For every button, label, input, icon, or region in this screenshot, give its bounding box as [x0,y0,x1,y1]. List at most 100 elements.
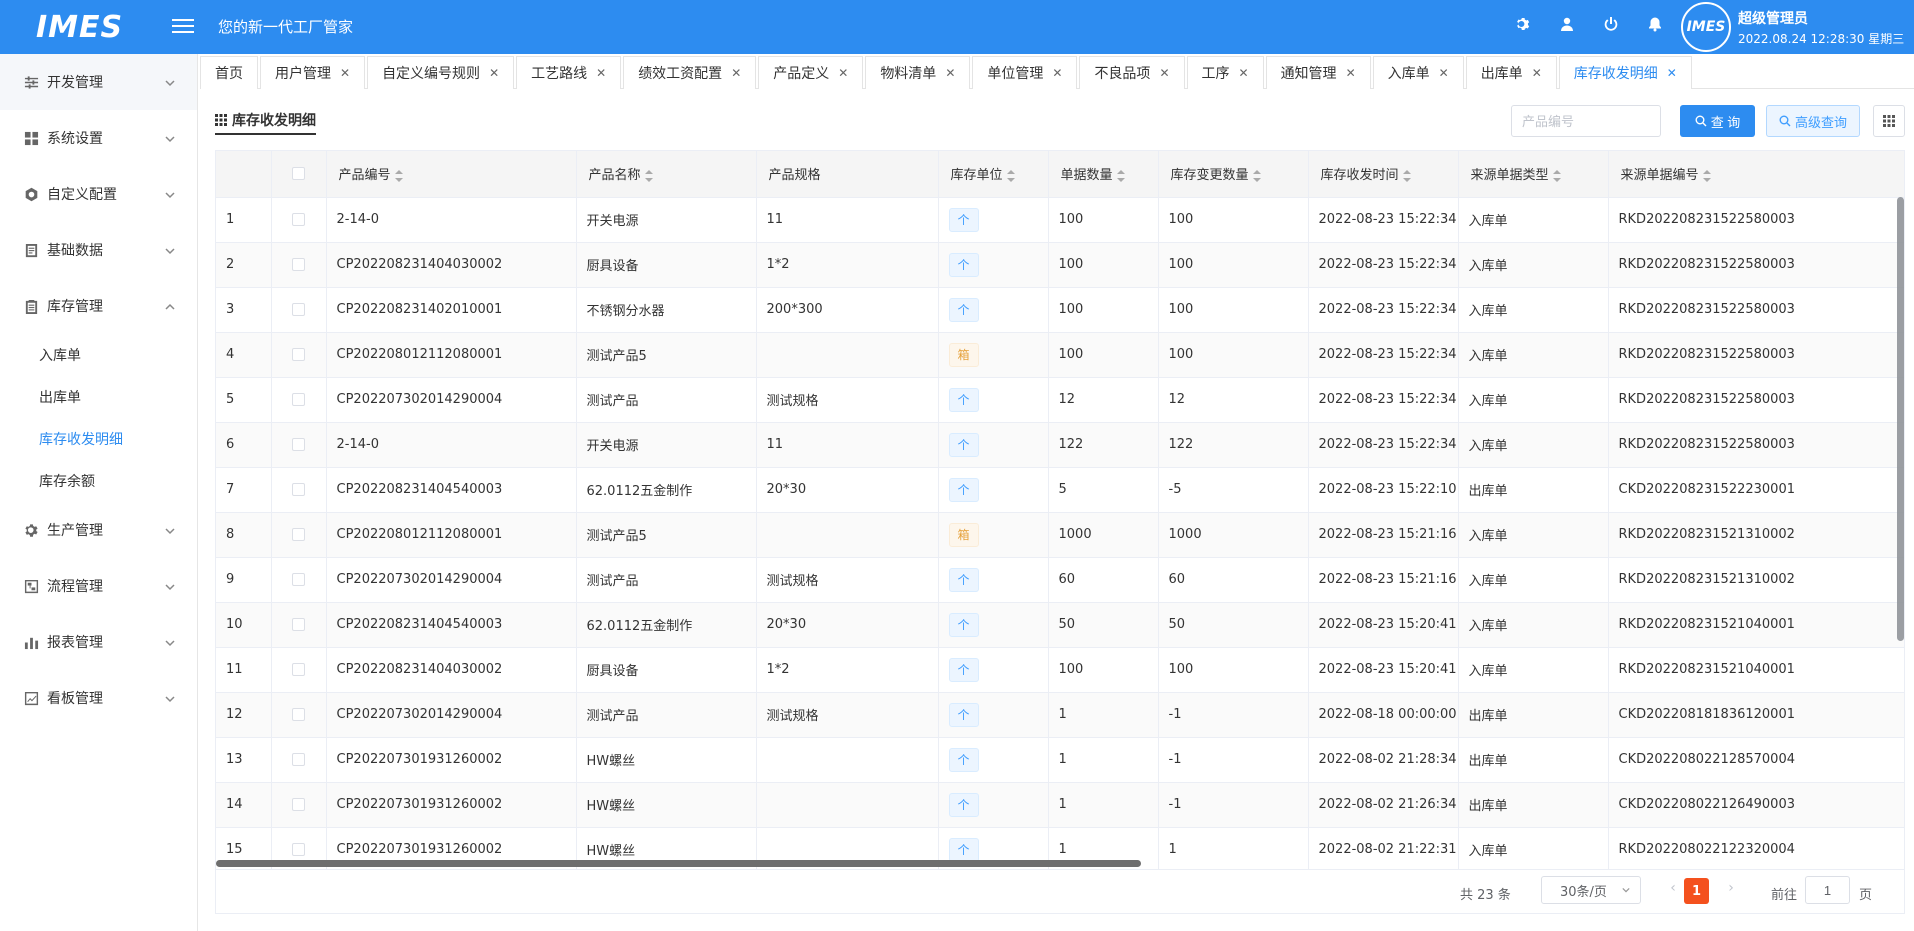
tab-stock-detail[interactable]: 库存收发明细 ✕ [1558,56,1692,89]
menu-toggle-icon[interactable] [172,15,194,37]
product-code-search-input[interactable] [1511,105,1661,137]
sidebar-item-basic[interactable]: 基础数据 [0,222,197,278]
table-row[interactable]: 3 CP202208231402010001 不锈钢分水器 200*300 个 100 10… [216,287,1904,333]
cell-select[interactable] [271,422,327,468]
tab-bom[interactable]: 物料清单 ✕ [865,56,971,89]
vertical-scrollbar[interactable] [1897,197,1904,641]
table-row[interactable]: 13 CP202207301931260002 HW螺丝 个 1 -1 2022-08-02… [216,737,1904,783]
close-icon[interactable]: ✕ [945,66,955,80]
avatar[interactable]: IMES [1681,2,1731,52]
table-row[interactable]: 6 2-14-0 开关电源 11 个 122 122 2022-08-23 15:22:34 入… [216,422,1904,468]
close-icon[interactable]: ✕ [838,66,848,80]
cell-select[interactable] [271,332,327,378]
sub-tab-stock-detail[interactable]: 库存收发明细 [215,111,316,135]
close-icon[interactable]: ✕ [1346,66,1356,80]
cell-select[interactable] [271,602,327,648]
sidebar-item-inventory[interactable]: 库存管理 [0,278,197,334]
col-source-type[interactable]: 来源单据类型 [1458,151,1609,198]
cell-select[interactable] [271,512,327,558]
close-icon[interactable]: ✕ [1159,66,1169,80]
sidebar-subitem-stock-in[interactable]: 入库单 [0,334,197,376]
sidebar-item-production[interactable]: 生产管理 [0,502,197,558]
sidebar-item-custom[interactable]: 自定义配置 [0,166,197,222]
sort-icon[interactable] [1702,169,1711,182]
col-select-all[interactable] [271,151,327,198]
select-all-checkbox[interactable] [292,167,305,181]
close-icon[interactable]: ✕ [1239,66,1249,80]
row-checkbox[interactable] [292,753,305,766]
tab-unit-mgmt[interactable]: 单位管理 ✕ [972,56,1078,89]
tab-notice[interactable]: 通知管理 ✕ [1265,56,1371,89]
cell-select[interactable] [271,377,327,423]
cell-select[interactable] [271,647,327,693]
sidebar-item-dev[interactable]: 开发管理 [0,54,197,110]
col-time[interactable]: 库存收发时间 [1308,151,1459,198]
row-checkbox[interactable] [292,348,305,361]
table-row[interactable]: 4 CP202208012112080001 测试产品5 箱 100 100 2022-08… [216,332,1904,378]
table-row[interactable]: 9 CP202207302014290004 测试产品 测试规格个 60 60 2022-0… [216,557,1904,603]
row-checkbox[interactable] [292,708,305,721]
advanced-query-button[interactable]: 高级查询 [1766,105,1860,137]
sort-icon[interactable] [644,169,653,182]
row-checkbox[interactable] [292,663,305,676]
close-icon[interactable]: ✕ [1052,66,1062,80]
goto-page-input[interactable] [1805,876,1850,904]
sidebar-subitem-stock-balance[interactable]: 库存余额 [0,460,197,502]
row-checkbox[interactable] [292,798,305,811]
sort-icon[interactable] [394,169,403,182]
close-icon[interactable]: ✕ [1439,66,1449,80]
page-number-current[interactable]: 1 [1684,878,1709,904]
table-row[interactable]: 8 CP202208012112080001 测试产品5 箱 1000 1000 2022-… [216,512,1904,558]
col-change-qty[interactable]: 库存变更数量 [1158,151,1309,198]
tab-home[interactable]: 首页 [200,56,258,89]
table-row[interactable]: 5 CP202207302014290004 测试产品 测试规格个 12 12 2022-0… [216,377,1904,423]
sidebar-item-dashboard[interactable]: 看板管理 [0,670,197,726]
settings-icon[interactable] [1513,14,1532,33]
sort-icon[interactable] [1552,169,1561,182]
col-stock-unit[interactable]: 库存单位 [938,151,1049,198]
row-checkbox[interactable] [292,258,305,271]
row-checkbox[interactable] [292,843,305,856]
tab-user-mgmt[interactable]: 用户管理 ✕ [260,56,366,89]
sidebar-item-flow[interactable]: 流程管理 [0,558,197,614]
table-row[interactable]: 2 CP202208231404030002 厨具设备 1*2 个 100 100 2022-… [216,242,1904,288]
close-icon[interactable]: ✕ [1532,66,1542,80]
cell-select[interactable] [271,197,327,243]
col-product-name[interactable]: 产品名称 [576,151,757,198]
row-checkbox[interactable] [292,528,305,541]
close-icon[interactable]: ✕ [489,66,499,80]
tab-process-route[interactable]: 工艺路线 ✕ [516,56,622,89]
table-row[interactable]: 14 CP202207301931260002 HW螺丝 个 1 -1 2022-08-02… [216,782,1904,828]
sidebar-subitem-stock-out[interactable]: 出库单 [0,376,197,418]
col-product-code[interactable]: 产品编号 [326,151,577,198]
power-icon[interactable] [1601,14,1620,33]
tab-defect-items[interactable]: 不良品项 ✕ [1079,56,1185,89]
table-row[interactable]: 10 CP202208231404540003 62.0112五金制作 20*30 个 5… [216,602,1904,648]
page-size-select[interactable]: 30条/页 [1541,876,1641,904]
cell-select[interactable] [271,782,327,828]
col-doc-qty[interactable]: 单据数量 [1048,151,1159,198]
bell-icon[interactable] [1645,14,1664,33]
query-button[interactable]: 查 询 [1680,105,1755,137]
sidebar-item-reports[interactable]: 报表管理 [0,614,197,670]
horizontal-scrollbar[interactable] [216,860,1141,867]
column-settings-button[interactable] [1873,105,1905,137]
table-row[interactable]: 11 CP202208231404030002 厨具设备 1*2 个 100 100 2022… [216,647,1904,693]
sort-icon[interactable] [1252,169,1261,182]
sidebar-item-system[interactable]: 系统设置 [0,110,197,166]
row-checkbox[interactable] [292,303,305,316]
tab-performance-wage[interactable]: 绩效工资配置 ✕ [623,56,757,89]
close-icon[interactable]: ✕ [340,66,350,80]
close-icon[interactable]: ✕ [596,66,606,80]
tab-stock-in[interactable]: 入库单 ✕ [1372,56,1464,89]
next-page-button[interactable]: › [1721,880,1741,900]
cell-select[interactable] [271,287,327,333]
cell-select[interactable] [271,692,327,738]
col-source-no[interactable]: 来源单据编号 [1608,151,1904,198]
tab-process[interactable]: 工序 ✕ [1186,56,1264,89]
close-icon[interactable]: ✕ [731,66,741,80]
row-checkbox[interactable] [292,618,305,631]
cell-select[interactable] [271,467,327,513]
row-checkbox[interactable] [292,393,305,406]
table-row[interactable]: 12 CP202207302014290004 测试产品 测试规格个 1 -1 2022-0… [216,692,1904,738]
